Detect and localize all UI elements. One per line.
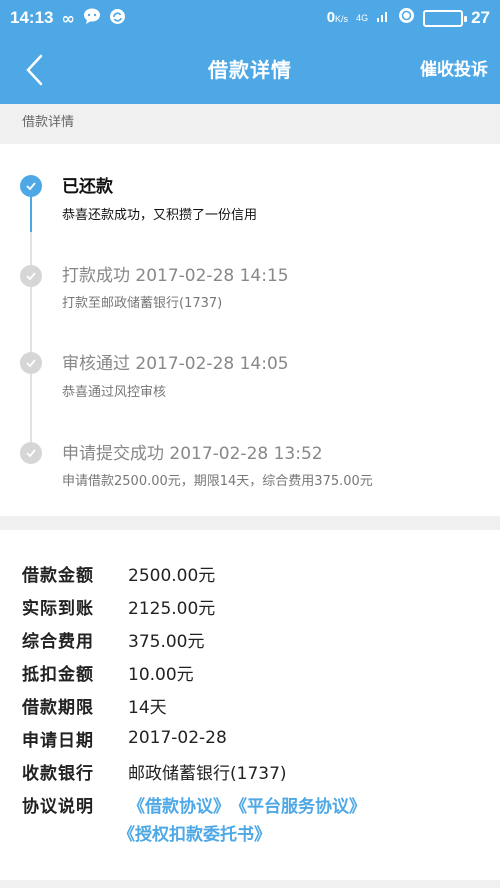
chat-bubble-icon bbox=[83, 8, 101, 28]
infinity-icon: ∞ bbox=[61, 8, 75, 28]
detail-row-fee: 综合费用 375.00元 bbox=[22, 624, 492, 654]
check-icon bbox=[20, 265, 42, 287]
loan-details: 借款金额 2500.00元 实际到账 2125.00元 综合费用 375.00元… bbox=[0, 530, 500, 880]
timeline-desc: 恭喜通过风控审核 bbox=[62, 385, 167, 400]
section-label: 借款详情 bbox=[0, 104, 500, 144]
detail-label: 申请日期 bbox=[22, 730, 94, 751]
detail-label: 协议说明 bbox=[22, 796, 94, 817]
detail-value: 2017-02-28 bbox=[128, 728, 227, 748]
detail-label: 借款金额 bbox=[22, 565, 94, 586]
detail-row-agreement: 协议说明 《借款协议》 《平台服务协议》 bbox=[22, 789, 492, 819]
sync-icon bbox=[109, 8, 126, 29]
loan-agreement-link[interactable]: 《借款协议》 bbox=[128, 792, 230, 817]
battery-icon bbox=[423, 9, 468, 27]
check-icon bbox=[20, 175, 42, 197]
detail-label: 抵扣金额 bbox=[22, 664, 94, 685]
timeline-title: 已还款 bbox=[62, 177, 113, 197]
status-bar: 14:13 ∞ 0K/s 4G 27 bbox=[0, 0, 500, 36]
network-type: 4G bbox=[356, 13, 369, 23]
detail-value: 375.00元 bbox=[128, 631, 205, 652]
detail-value: 2500.00元 bbox=[128, 565, 216, 586]
timeline-desc: 恭喜还款成功，又积攒了一份信用 bbox=[62, 208, 258, 223]
timeline-title: 打款成功 2017-02-28 14:15 bbox=[62, 266, 289, 286]
status-time: 14:13 bbox=[10, 8, 54, 27]
detail-row-deduction: 抵扣金额 10.00元 bbox=[22, 657, 492, 687]
check-icon bbox=[20, 352, 42, 374]
check-icon bbox=[20, 442, 42, 464]
deduction-authorization-link[interactable]: 《授权扣款委托书》 bbox=[118, 820, 271, 845]
detail-label: 实际到账 bbox=[22, 598, 94, 619]
detail-value: 14天 bbox=[128, 697, 167, 718]
signal-icon bbox=[376, 9, 390, 28]
detail-value: 10.00元 bbox=[128, 664, 194, 685]
nav-bar: 借款详情 催收投诉 bbox=[0, 36, 500, 104]
detail-row-amount: 借款金额 2500.00元 bbox=[22, 558, 492, 588]
detail-label: 收款银行 bbox=[22, 763, 94, 784]
detail-label: 综合费用 bbox=[22, 631, 94, 652]
detail-label: 借款期限 bbox=[22, 697, 94, 718]
timeline-title: 申请提交成功 2017-02-28 13:52 bbox=[62, 444, 323, 464]
status-timeline: 已还款 恭喜还款成功，又积攒了一份信用 打款成功 2017-02-28 14:1… bbox=[0, 144, 500, 516]
timeline-desc: 打款至邮政储蓄银行(1737) bbox=[62, 296, 223, 311]
platform-service-agreement-link[interactable]: 《平台服务协议》 bbox=[230, 792, 366, 817]
detail-value: 邮政储蓄银行(1737) bbox=[128, 763, 287, 784]
complaint-button[interactable]: 催收投诉 bbox=[420, 36, 488, 104]
battery-level: 27 bbox=[471, 8, 490, 27]
alarm-icon bbox=[398, 7, 415, 29]
network-speed: 0K/s bbox=[326, 9, 349, 26]
detail-row-received: 实际到账 2125.00元 bbox=[22, 591, 492, 621]
timeline-desc: 申请借款2500.00元，期限14天，综合费用375.00元 bbox=[62, 474, 373, 489]
detail-row-date: 申请日期 2017-02-28 bbox=[22, 723, 492, 753]
detail-row-term: 借款期限 14天 bbox=[22, 690, 492, 720]
detail-value: 2125.00元 bbox=[128, 598, 216, 619]
detail-row-bank: 收款银行 邮政储蓄银行(1737) bbox=[22, 756, 492, 786]
timeline-title: 审核通过 2017-02-28 14:05 bbox=[62, 354, 289, 374]
